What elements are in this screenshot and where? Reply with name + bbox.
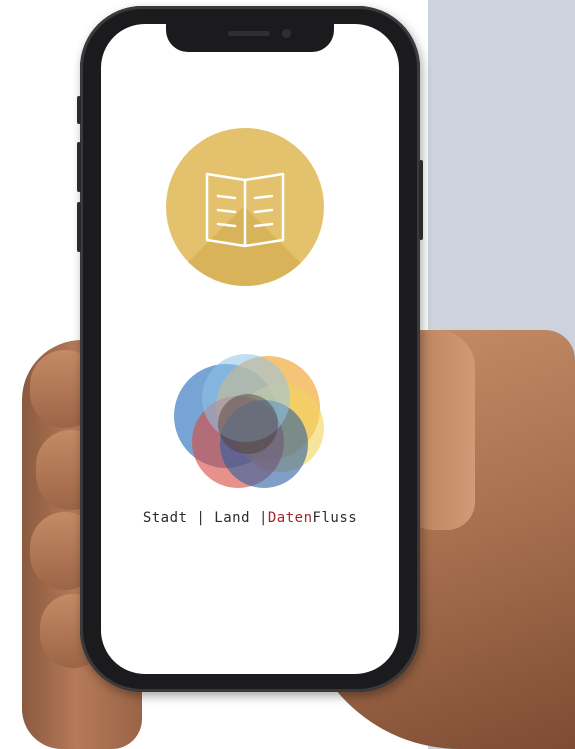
volume-down-button — [77, 202, 81, 252]
power-button — [419, 160, 423, 240]
overlapping-circles-logo[interactable] — [168, 346, 328, 496]
logo-word-fluss: Fluss — [312, 510, 358, 526]
logo-separator: | — [196, 510, 206, 526]
logo-separator: | — [258, 510, 268, 526]
front-camera — [282, 29, 291, 38]
logo-word-stadt: Stadt — [142, 510, 188, 526]
book-icon — [205, 172, 285, 248]
volume-up-button — [77, 142, 81, 192]
logo-word-land: Land — [214, 510, 250, 526]
speaker-grille — [228, 31, 270, 36]
logo-word-daten: Daten — [267, 510, 313, 526]
book-app-button[interactable] — [166, 128, 324, 286]
mute-switch — [77, 96, 81, 124]
phone-notch — [166, 22, 334, 52]
logo-wordmark: Stadt | Land |DatenFluss — [100, 510, 400, 526]
